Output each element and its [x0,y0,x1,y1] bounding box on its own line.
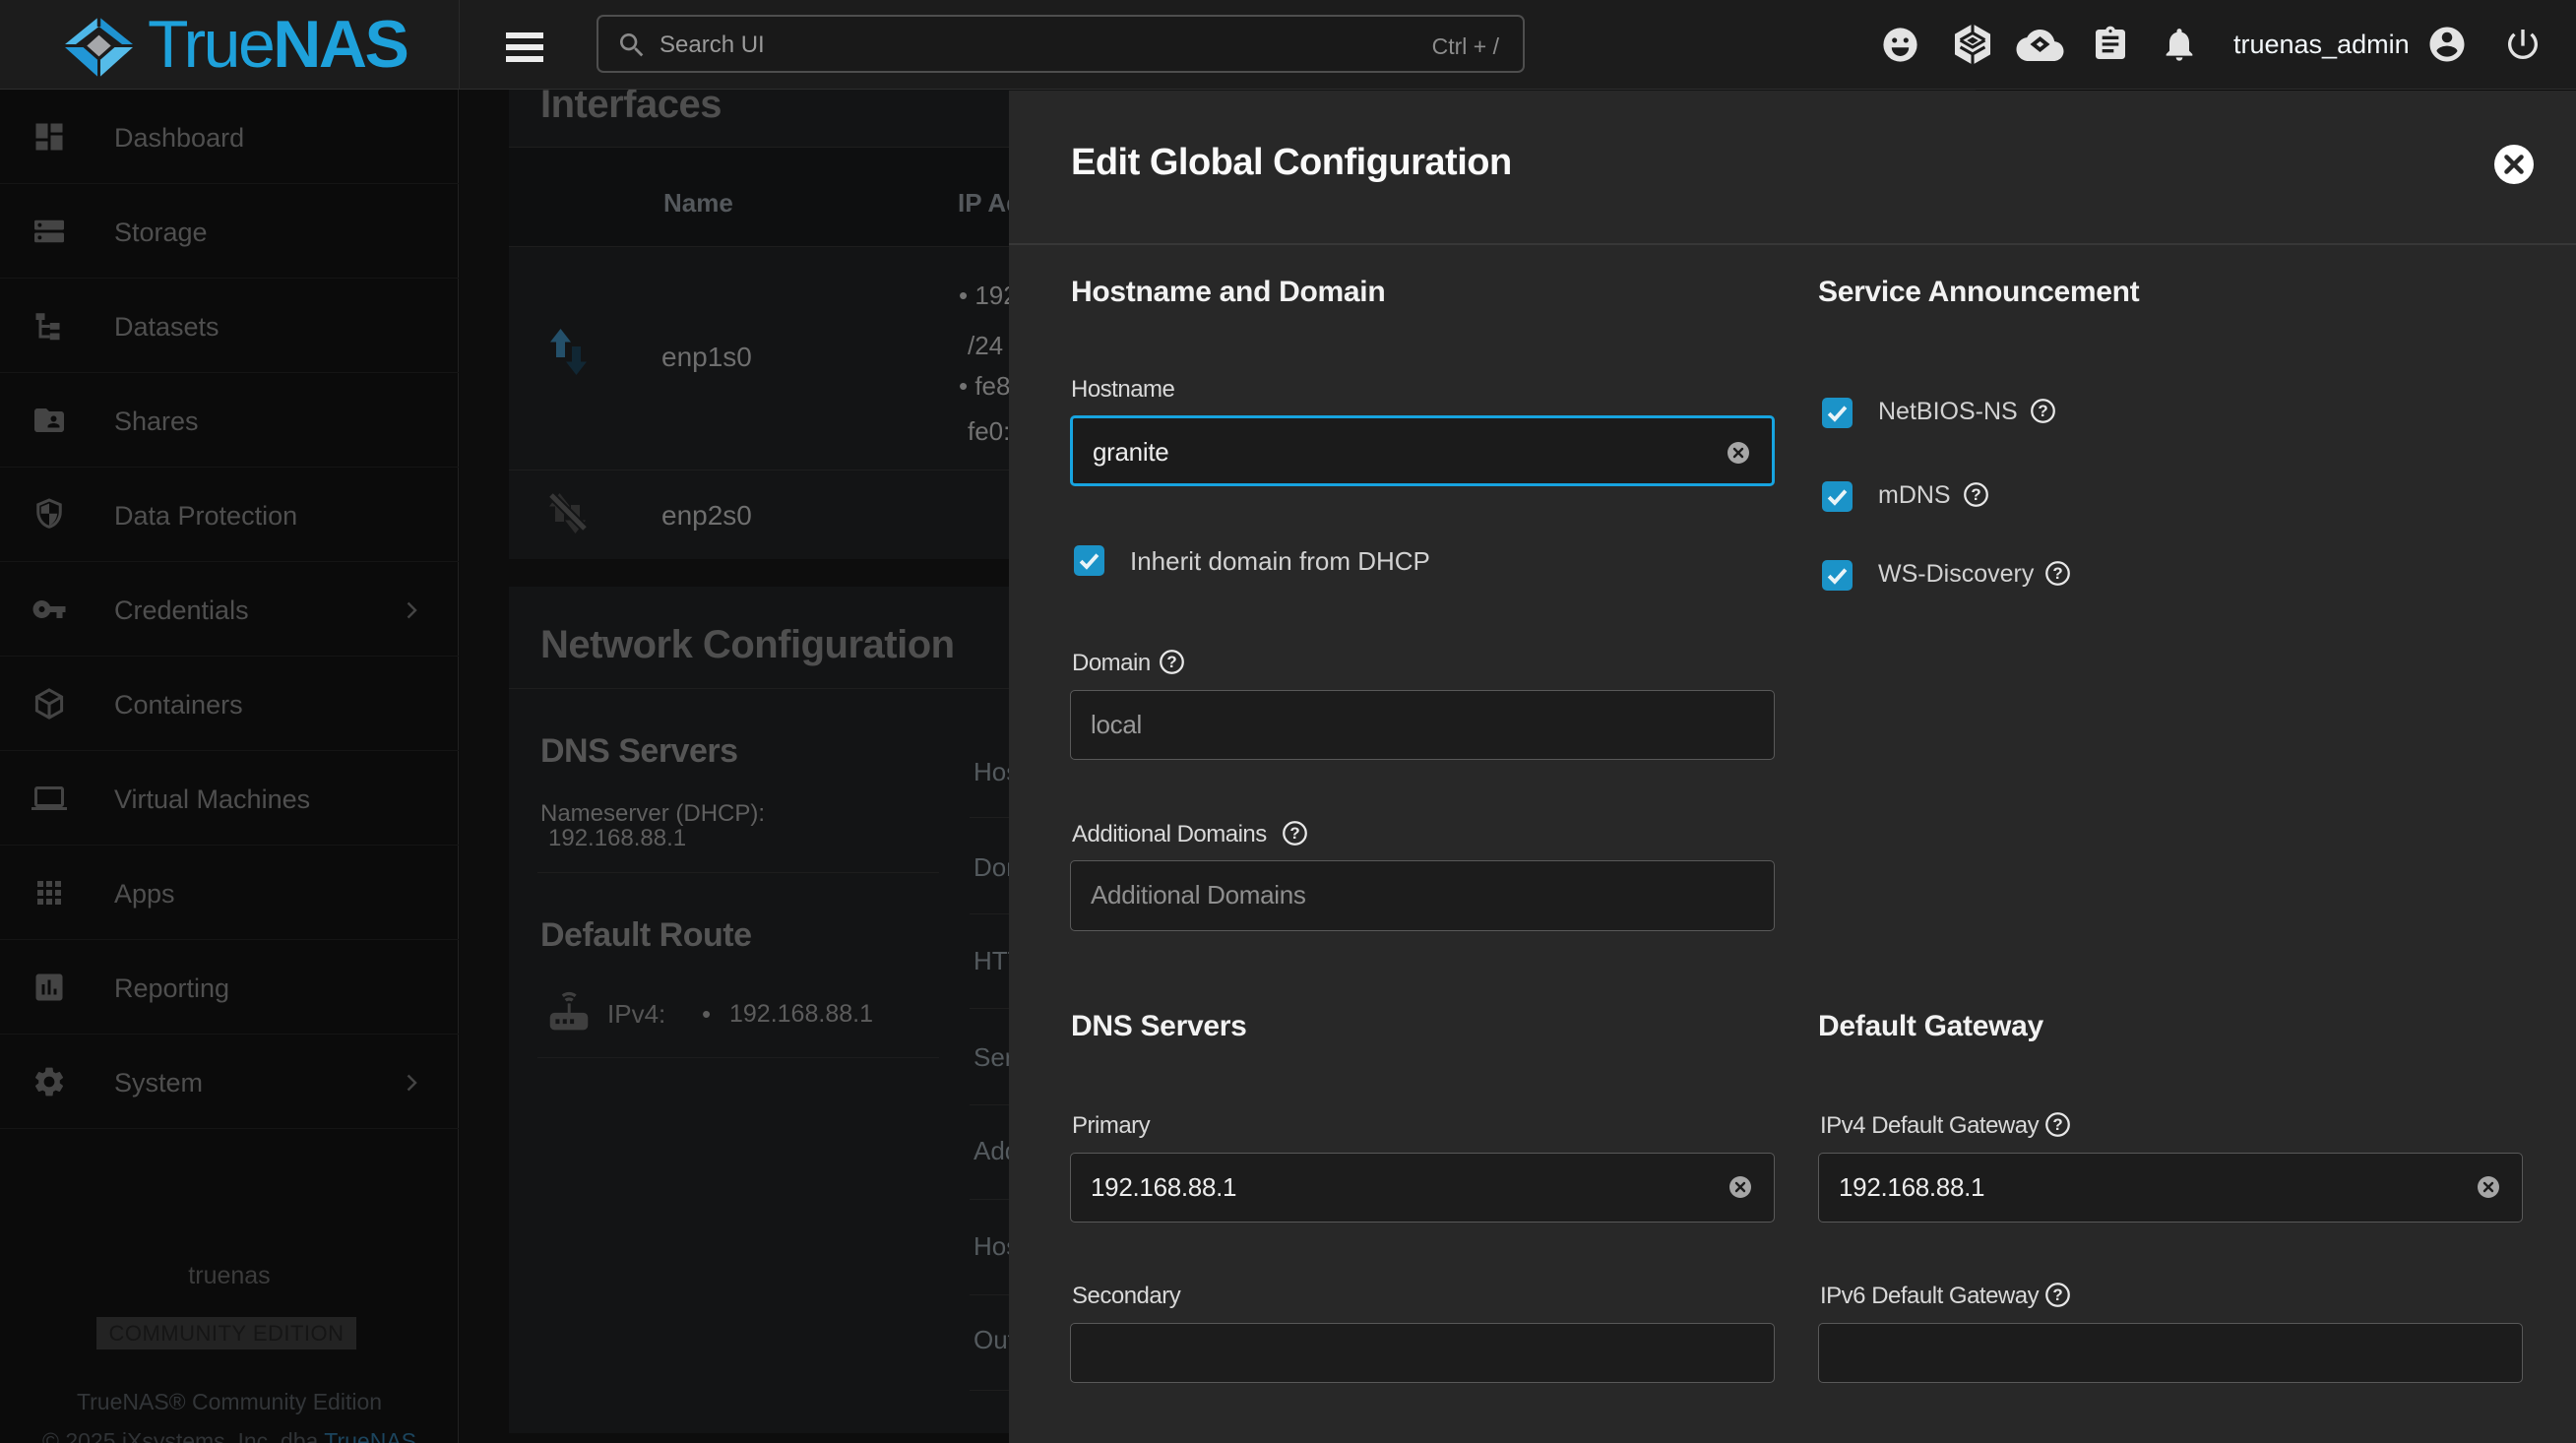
svg-text:?: ? [1289,824,1299,843]
svg-text:?: ? [2052,1115,2062,1134]
svg-text:?: ? [2052,1286,2062,1304]
svg-text:?: ? [2038,402,2047,420]
svg-text:?: ? [2052,564,2062,583]
svg-text:?: ? [1971,485,1980,504]
svg-text:?: ? [1166,653,1176,671]
